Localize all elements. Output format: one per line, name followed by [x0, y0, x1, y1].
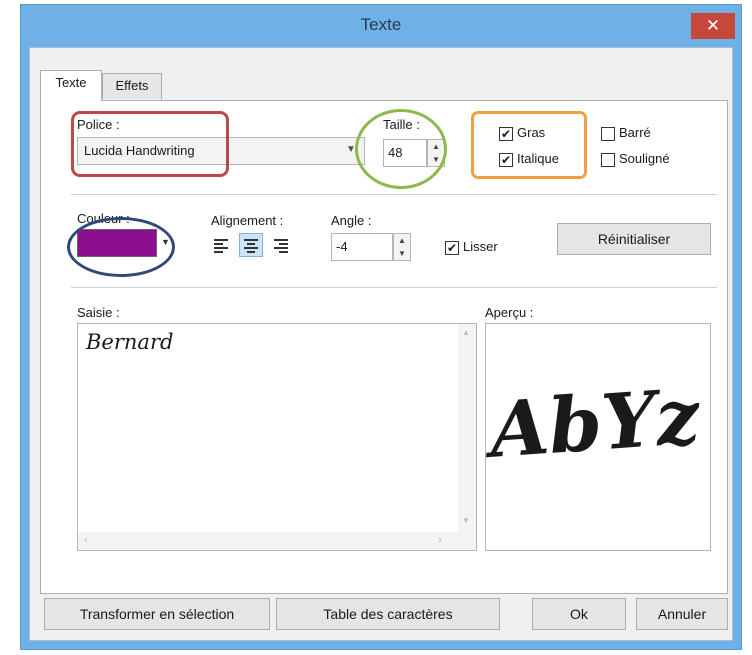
reset-button[interactable]: Réinitialiser: [557, 223, 711, 255]
align-right-icon[interactable]: [273, 237, 289, 253]
horizontal-scrollbar[interactable]: ‹ ›: [78, 532, 476, 550]
align-left-icon[interactable]: [213, 237, 229, 253]
underline-label: Souligné: [619, 151, 670, 166]
vertical-scrollbar[interactable]: ▲ ▼: [458, 324, 476, 532]
text-input-area[interactable]: Bernard ▲ ▼ ‹ ›: [77, 323, 477, 551]
separator: [71, 287, 717, 288]
strike-checkbox[interactable]: [601, 127, 615, 141]
scroll-up-icon[interactable]: ▲: [462, 328, 470, 337]
annotation-ring-navy: [67, 217, 175, 277]
annotation-ring-orange: [471, 111, 587, 179]
tab-effets[interactable]: Effets: [102, 73, 162, 99]
annotation-ring-red: [71, 111, 229, 177]
angle-label: Angle :: [331, 213, 372, 228]
scroll-right-icon[interactable]: ›: [438, 534, 442, 546]
character-map-button[interactable]: Table des caractères: [276, 598, 500, 630]
stepper-up-icon[interactable]: ▲: [394, 234, 410, 247]
preview-box: AbYz: [485, 323, 711, 551]
alignment-label: Alignement :: [211, 213, 284, 228]
smooth-label: Lisser: [463, 239, 498, 254]
scroll-down-icon[interactable]: ▼: [462, 516, 470, 525]
input-text: Bernard: [86, 330, 174, 354]
preview-sample: AbYz: [486, 371, 703, 475]
dialog-window: Texte ✕ Texte Effets Police : Lucida Han…: [20, 4, 742, 650]
angle-stepper[interactable]: ▲ ▼: [393, 233, 411, 261]
close-icon[interactable]: ✕: [691, 13, 735, 39]
tab-panel-texte: Police : Lucida Handwriting ▼ Taille : 4…: [40, 100, 728, 594]
dialog-client: Texte Effets Police : Lucida Handwriting…: [29, 47, 733, 641]
smooth-checkbox[interactable]: ✔: [445, 241, 459, 255]
scroll-left-icon[interactable]: ‹: [84, 534, 88, 546]
transform-selection-button[interactable]: Transformer en sélection: [44, 598, 270, 630]
cancel-button[interactable]: Annuler: [636, 598, 728, 630]
input-label: Saisie :: [77, 305, 120, 320]
strike-label: Barré: [619, 125, 651, 140]
underline-checkbox[interactable]: [601, 153, 615, 167]
title-bar[interactable]: Texte ✕: [21, 5, 741, 47]
window-title: Texte: [360, 15, 402, 34]
separator: [71, 194, 717, 195]
stepper-down-icon[interactable]: ▼: [394, 247, 410, 260]
angle-value: -4: [336, 239, 348, 254]
align-center-icon[interactable]: [239, 233, 263, 257]
preview-label: Aperçu :: [485, 305, 534, 320]
annotation-ring-green: [355, 109, 447, 189]
ok-button[interactable]: Ok: [532, 598, 626, 630]
angle-field[interactable]: -4: [331, 233, 393, 261]
tab-texte[interactable]: Texte: [40, 70, 102, 101]
